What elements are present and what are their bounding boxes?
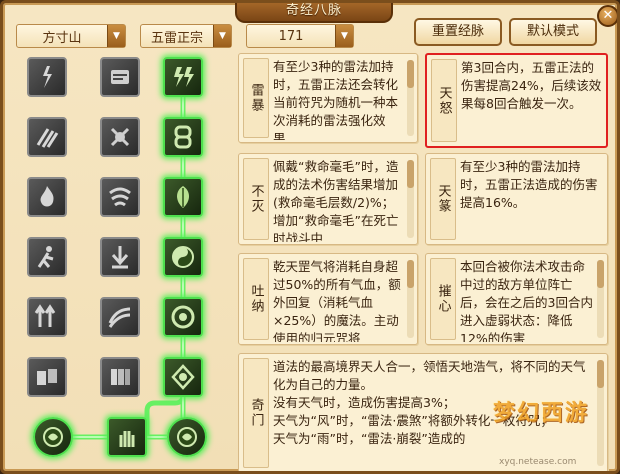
level-select[interactable]: 171 ▼ [246, 24, 354, 48]
school-select-value: 方寸山 [42, 30, 82, 46]
window-title: 奇经八脉 [235, 3, 393, 23]
skill-description: 有至少3种的雷法加持时，五雷正法造成的伤害提高16%。 [460, 159, 598, 210]
chain-link-icon[interactable] [163, 117, 203, 157]
wave-slash-icon[interactable] [100, 297, 140, 337]
grasping-hand-icon[interactable] [107, 417, 147, 457]
mystic-gate-icon[interactable] [163, 357, 203, 397]
skill-name: 天怒 [431, 59, 457, 142]
card-scrollbar[interactable] [407, 260, 414, 338]
chevron-down-icon: ▼ [107, 25, 125, 47]
skill-tree [17, 51, 227, 471]
skill-name: 雷暴 [243, 58, 269, 138]
spiral-disc-icon[interactable] [163, 297, 203, 337]
branch-select[interactable]: 五雷正宗 ▼ [140, 24, 232, 48]
card-scrollbar[interactable] [407, 160, 414, 238]
shattered-rune-icon[interactable] [100, 117, 140, 157]
skill-card[interactable]: 雷暴 有至少3种的雷法加持时，五雷正法还会转化当前符咒为随机一种本次消耗的雷法强… [238, 53, 418, 143]
skill-description: 本回合被你法术攻击命中过的敌方单位阵亡后，会在之后的3回合内进入虚弱状态：降低1… [460, 259, 593, 342]
close-button[interactable]: ✕ [597, 5, 617, 27]
yin-yang-icon[interactable] [163, 237, 203, 277]
skill-card[interactable]: 不灭 佩戴“救命毫毛”时，造成的法术伤害结果增加(救命毫毛层数/2)%；增加“救… [238, 153, 418, 245]
skill-description: 有至少3种的雷法加持时，五雷正法还会转化当前符咒为随机一种本次消耗的雷法强化效果… [273, 59, 399, 140]
skill-name: 不灭 [243, 158, 269, 240]
skill-card-selected[interactable]: 天怒 第3回合内，五雷正法的伤害提高24%，后续该效果每8回合触发一次。 [425, 53, 608, 148]
chevron-down-icon: ▼ [335, 25, 353, 47]
skill-card[interactable]: 摧心 本回合被你法术攻击命中过的敌方单位阵亡后，会在之后的3回合内进入虚弱状态：… [425, 253, 608, 345]
whirlwind-icon[interactable] [100, 177, 140, 217]
watermark-url: xyq.netease.com [499, 457, 577, 467]
reset-meridian-button[interactable]: 重置经脉 [414, 18, 502, 46]
card-scrollbar[interactable] [597, 260, 604, 338]
card-scrollbar[interactable] [407, 60, 414, 136]
branch-select-value: 五雷正宗 [150, 30, 203, 46]
thunder-storm-icon[interactable] [163, 57, 203, 97]
skill-card[interactable]: 吐纳 乾天罡气将消耗自身超过50%的所有气血，额外回复（消耗气血×25%）的魔法… [238, 253, 418, 345]
skill-name: 摧心 [430, 258, 456, 340]
skill-description: 第3回合内，五雷正法的伤害提高24%，后续该效果每8回合触发一次。 [461, 60, 602, 111]
downward-arrow-icon[interactable] [100, 237, 140, 277]
skill-name: 吐纳 [243, 258, 269, 340]
chevron-down-icon: ▼ [213, 25, 231, 47]
feather-leaf-icon[interactable] [163, 177, 203, 217]
game-watermark: 梦幻西游 xyq.netease.com [471, 387, 617, 471]
school-select[interactable]: 方寸山 ▼ [16, 24, 126, 48]
skill-description: 乾天罡气将消耗自身超过50%的所有气血，额外回复（消耗气血×25%）的魔法。主动… [273, 259, 401, 342]
skill-card[interactable]: 天篆 有至少3种的雷法加持时，五雷正法造成的伤害提高16%。 [425, 153, 608, 245]
scroll-talisman-icon[interactable] [100, 57, 140, 97]
level-select-value: 171 [278, 28, 304, 44]
default-mode-button[interactable]: 默认模式 [509, 18, 597, 46]
skill-name: 奇门 [243, 358, 269, 468]
lightning-pillar-icon[interactable] [27, 57, 67, 97]
triple-blade-icon[interactable] [27, 117, 67, 157]
talisman-cards-icon[interactable] [27, 357, 67, 397]
dash-figure-icon[interactable] [27, 237, 67, 277]
meridian-window: 奇经八脉 ✕ 方寸山 ▼ 五雷正宗 ▼ 171 ▼ 重置经脉 默认模式 雷暴 有… [0, 0, 620, 474]
skill-description: 佩戴“救命毫毛”时，造成的法术伤害结果增加(救命毫毛层数/2)%；增加“救命毫毛… [273, 159, 399, 242]
rising-arrows-icon[interactable] [27, 297, 67, 337]
fire-strike-icon[interactable] [27, 177, 67, 217]
spirit-orb-left-icon[interactable] [33, 417, 73, 457]
spirit-orb-right-icon[interactable] [167, 417, 207, 457]
skill-name: 天篆 [430, 158, 456, 240]
scroll-stack-icon[interactable] [100, 357, 140, 397]
watermark-logo: 梦幻西游 [493, 401, 590, 426]
